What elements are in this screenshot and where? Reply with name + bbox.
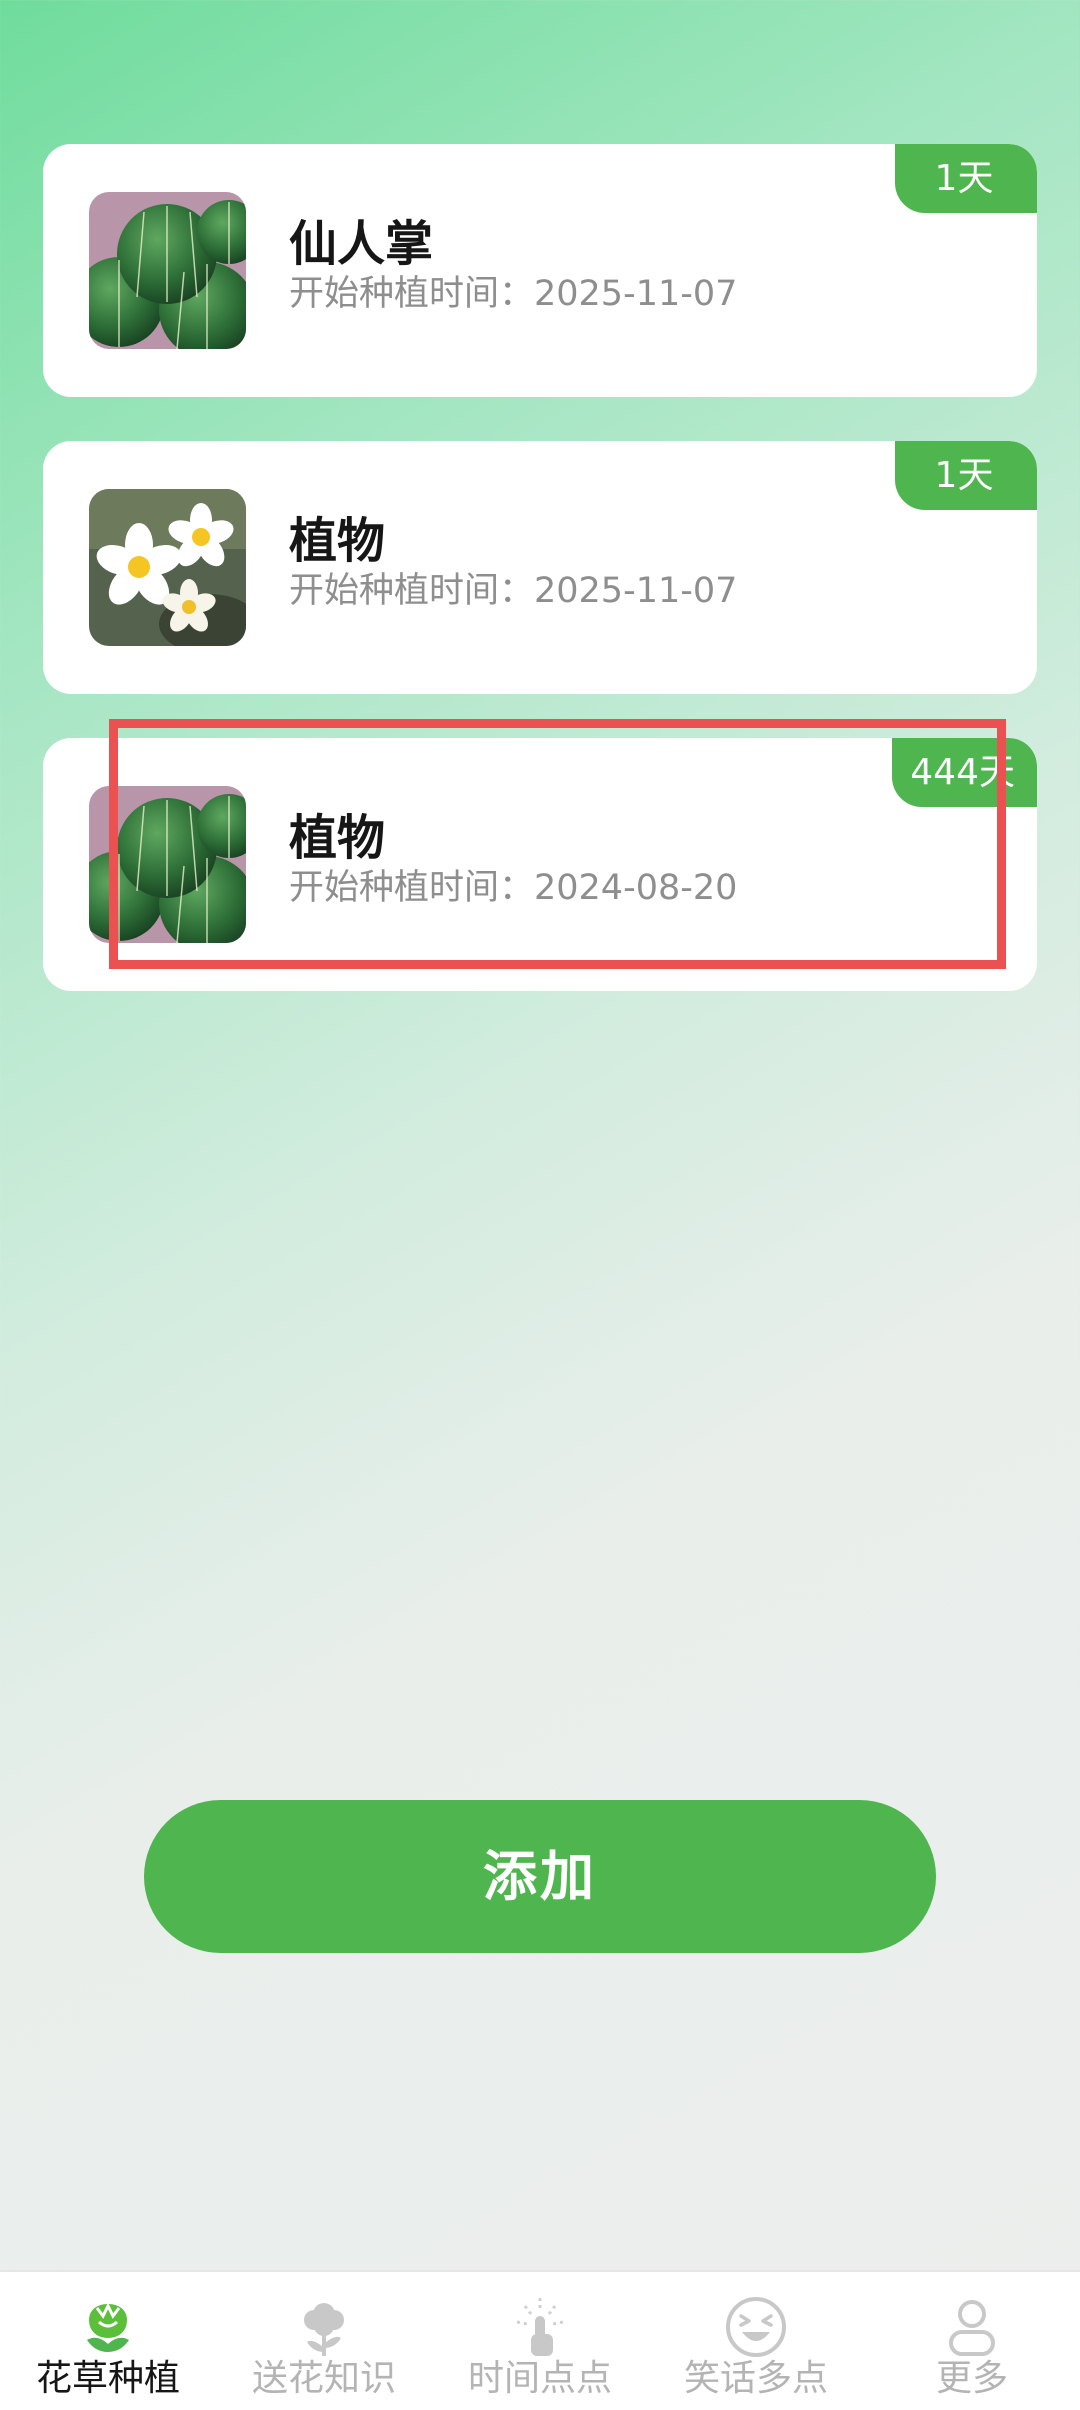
touch-icon — [507, 2294, 573, 2360]
plant-list: 仙人掌 开始种植时间：2025-11-07 1天 植物 开始种植时间：2025-… — [43, 144, 1037, 1035]
plant-photo-cactus — [89, 192, 246, 349]
days-badge: 444天 — [892, 738, 1037, 807]
plant-name: 植物 — [289, 513, 386, 569]
plant-start-date: 开始种植时间：2024-08-20 — [289, 868, 738, 908]
tab-flower-knowledge[interactable]: 送花知识 — [216, 2272, 432, 2410]
plant-photo-cactus — [89, 786, 246, 943]
plant-photo-flower — [89, 489, 246, 646]
person-icon — [939, 2294, 1005, 2360]
plant-card[interactable]: 植物 开始种植时间：2024-08-20 444天 — [43, 738, 1037, 991]
plant-name: 植物 — [289, 810, 386, 866]
add-button[interactable]: 添加 — [144, 1800, 936, 1953]
tab-plant-growing[interactable]: 花草种植 — [0, 2272, 216, 2410]
bottom-tab-bar: 花草种植 送花知识 时间点点 笑话多点 更多 — [0, 2270, 1080, 2410]
days-badge: 1天 — [895, 441, 1037, 510]
tab-label: 花草种植 — [35, 2358, 180, 2399]
tab-time-points[interactable]: 时间点点 — [432, 2272, 648, 2410]
tab-more[interactable]: 更多 — [864, 2272, 1080, 2410]
tab-label: 笑话多点 — [683, 2358, 828, 2399]
days-badge: 1天 — [895, 144, 1037, 213]
tab-jokes[interactable]: 笑话多点 — [648, 2272, 864, 2410]
flower-icon — [291, 2294, 357, 2360]
plant-name: 仙人掌 — [289, 216, 434, 272]
plant-start-date: 开始种植时间：2025-11-07 — [289, 571, 738, 611]
tab-label: 时间点点 — [467, 2358, 612, 2399]
plant-card[interactable]: 仙人掌 开始种植时间：2025-11-07 1天 — [43, 144, 1037, 397]
laugh-icon — [723, 2294, 789, 2360]
tab-label: 送花知识 — [251, 2358, 396, 2399]
tab-label: 更多 — [935, 2358, 1008, 2399]
plant-start-date: 开始种植时间：2025-11-07 — [289, 274, 738, 314]
rose-icon — [75, 2294, 141, 2360]
plant-card[interactable]: 植物 开始种植时间：2025-11-07 1天 — [43, 441, 1037, 694]
